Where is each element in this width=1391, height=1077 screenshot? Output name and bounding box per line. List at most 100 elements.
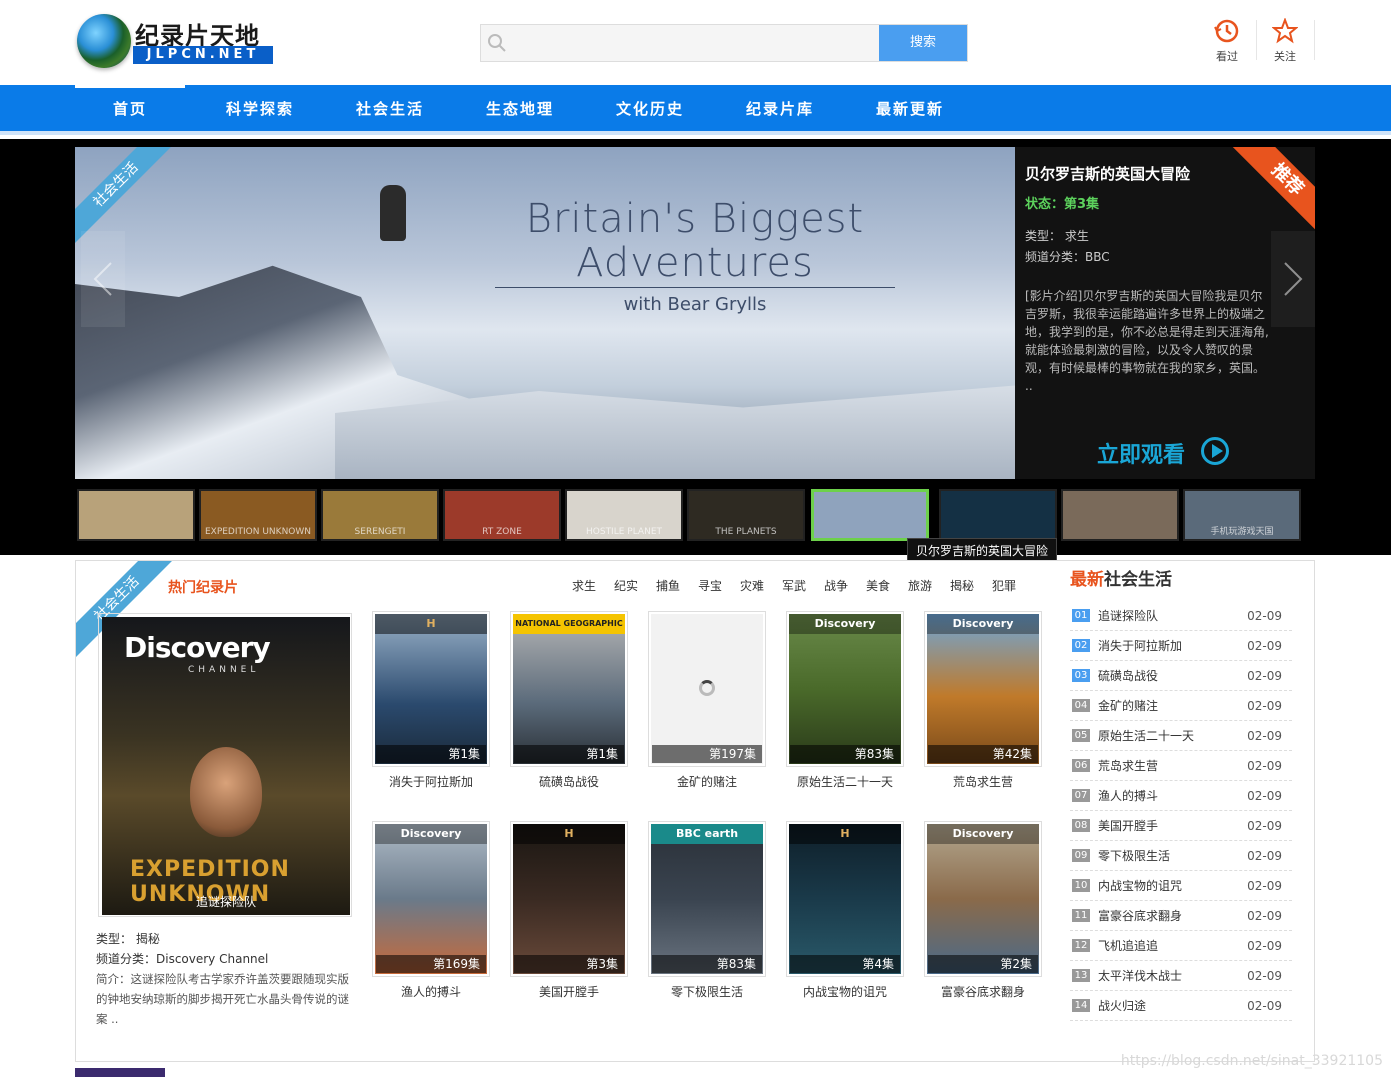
nav-item-geography[interactable]: 生态地理 [465, 85, 575, 131]
nav-item-latest[interactable]: 最新更新 [855, 85, 965, 131]
thumbnail-active[interactable] [811, 489, 929, 541]
search-button[interactable]: 搜索 [879, 25, 967, 61]
history-button[interactable]: 看过 [1202, 18, 1252, 64]
thumbnail[interactable]: HOSTILE PLANET [565, 489, 683, 541]
doc-poster: Discovery 第2集 [924, 821, 1042, 977]
thumbnail[interactable] [77, 489, 195, 541]
list-item[interactable]: 02 消失于阿拉斯加 02-09 [1070, 631, 1292, 661]
csdn-watermark: https://blog.csdn.net/sinat_33921105 [1120, 1053, 1383, 1069]
featured-info: 类型： 揭秘 频道分类：Discovery Channel 简介：这谜探险队考古… [96, 929, 352, 1029]
rank-badge: 02 [1072, 639, 1090, 652]
rank-badge: 03 [1072, 669, 1090, 682]
list-item[interactable]: 07 渔人的搏斗 02-09 [1070, 781, 1292, 811]
list-item[interactable]: 11 富豪谷底求翻身 02-09 [1070, 901, 1292, 931]
prev-slide-button[interactable] [81, 231, 125, 327]
doc-title: 荒岛求生营 [952, 775, 1013, 789]
list-item[interactable]: 12 飞机追追追 02-09 [1070, 931, 1292, 961]
follow-label: 关注 [1274, 50, 1296, 63]
doc-card[interactable]: BBC earth 第83集 零下极限生活 [648, 821, 766, 1000]
tag-link[interactable]: 军武 [782, 577, 806, 594]
list-item[interactable]: 08 美国开膛手 02-09 [1070, 811, 1292, 841]
tag-link[interactable]: 纪实 [614, 577, 638, 594]
doc-card[interactable]: NATIONAL GEOGRAPHIC 第1集 硫磺岛战役 [510, 611, 628, 790]
rank-badge: 12 [1072, 939, 1090, 952]
list-item-title: 硫磺岛战役 [1098, 669, 1159, 683]
featured-poster[interactable]: Discovery CHANNEL EXPEDITION UNKNOWN 追谜探… [98, 613, 352, 917]
doc-card[interactable]: Discovery 第83集 原始生活二十一天 [786, 611, 904, 790]
doc-title: 内战宝物的诅咒 [802, 985, 887, 999]
thumbnail[interactable]: 手机玩游戏天国 [1183, 489, 1301, 541]
episode-badge: 第83集 [652, 955, 762, 973]
thumbnail[interactable]: SERENGETI [321, 489, 439, 541]
poster-brand [651, 614, 763, 634]
tag-link[interactable]: 揭秘 [950, 577, 974, 594]
list-item-date: 02-09 [1247, 699, 1282, 713]
nav-item-history[interactable]: 文化历史 [595, 85, 705, 131]
banner-status: 状态：第3集 [1025, 197, 1100, 212]
doc-card[interactable]: H 第4集 内战宝物的诅咒 [786, 821, 904, 1000]
tag-link[interactable]: 美食 [866, 577, 890, 594]
watch-now-button[interactable]: 立即观看 [1097, 437, 1185, 469]
tag-link[interactable]: 捕鱼 [656, 577, 680, 594]
tag-link[interactable]: 旅游 [908, 577, 932, 594]
thumbnail[interactable] [939, 489, 1057, 541]
list-item[interactable]: 10 内战宝物的诅咒 02-09 [1070, 871, 1292, 901]
hot-docs-title: 热门纪录片 [168, 580, 238, 596]
rank-badge: 13 [1072, 969, 1090, 982]
thumbnail[interactable]: EXPEDITION UNKNOWN [199, 489, 317, 541]
nav-item-library[interactable]: 纪录片库 [725, 85, 835, 131]
site-logo[interactable]: 纪录片天地 JLPCN.NET [75, 12, 275, 70]
doc-card[interactable]: Discovery 第42集 荒岛求生营 [924, 611, 1042, 790]
thumbnail[interactable]: RT ZONE [443, 489, 561, 541]
nav-item-home[interactable]: 首页 [75, 85, 185, 131]
list-item[interactable]: 13 太平洋伐木战士 02-09 [1070, 961, 1292, 991]
doc-card[interactable]: H 第3集 美国开膛手 [510, 821, 628, 1000]
featured-type: 类型： 揭秘 [96, 932, 160, 946]
featured-channel: 频道分类：Discovery Channel [96, 952, 269, 966]
poster-brand: Discovery [927, 824, 1039, 844]
hero-image[interactable]: Britain's Biggest Adventures with Bear G… [75, 147, 1015, 479]
thumbnail-label: THE PLANETS [715, 527, 777, 537]
list-item-date: 02-09 [1247, 999, 1282, 1013]
follow-button[interactable]: 关注 [1260, 18, 1310, 64]
next-slide-button[interactable] [1271, 231, 1315, 327]
history-clock-icon [1214, 19, 1239, 43]
search-input[interactable] [513, 25, 879, 61]
doc-card[interactable]: 第197集 金矿的赌注 [648, 611, 766, 790]
doc-poster: H 第4集 [786, 821, 904, 977]
tag-link[interactable]: 求生 [572, 577, 596, 594]
doc-card[interactable]: H 第1集 消失于阿拉斯加 [372, 611, 490, 790]
banner-title[interactable]: 贝尔罗吉斯的英国大冒险 [1025, 163, 1190, 184]
thumbnail[interactable]: THE PLANETS [687, 489, 805, 541]
nav-item-science[interactable]: 科学探索 [205, 85, 315, 131]
list-item[interactable]: 05 原始生活二十一天 02-09 [1070, 721, 1292, 751]
tag-link[interactable]: 战争 [824, 577, 848, 594]
list-item[interactable]: 06 荒岛求生营 02-09 [1070, 751, 1292, 781]
list-item-date: 02-09 [1247, 939, 1282, 953]
list-item[interactable]: 04 金矿的赌注 02-09 [1070, 691, 1292, 721]
doc-card[interactable]: Discovery 第2集 富豪谷底求翻身 [924, 821, 1042, 1000]
tag-link[interactable]: 寻宝 [698, 577, 722, 594]
list-item-title: 太平洋伐木战士 [1098, 969, 1183, 983]
list-item[interactable]: 01 追谜探险队 02-09 [1070, 601, 1292, 631]
header-divider [1256, 20, 1257, 60]
thumbnail[interactable] [1061, 489, 1179, 541]
poster-brand: Discovery [375, 824, 487, 844]
society-section: 社会生活 热门纪录片 求生 纪实 捕鱼 寻宝 灾难 军武 战争 美食 旅游 揭秘… [75, 560, 1315, 1062]
play-icon[interactable] [1201, 437, 1229, 465]
list-item-title: 战火归途 [1098, 999, 1147, 1013]
list-item[interactable]: 14 战火归途 02-09 [1070, 991, 1292, 1021]
rank-badge: 06 [1072, 759, 1090, 772]
list-item-title: 内战宝物的诅咒 [1098, 879, 1183, 893]
tag-link[interactable]: 灾难 [740, 577, 764, 594]
featured-description: 简介：这谜探险队考古学家乔许盖茨要跟随现实版的钟地安纳琼斯的脚步揭开死亡水晶头骨… [96, 972, 349, 1026]
list-item[interactable]: 03 硫磺岛战役 02-09 [1070, 661, 1292, 691]
nav-item-society[interactable]: 社会生活 [335, 85, 445, 131]
episode-badge: 第3集 [514, 955, 624, 973]
list-item[interactable]: 09 零下极限生活 02-09 [1070, 841, 1292, 871]
poster-image: H [375, 614, 487, 764]
tag-link[interactable]: 犯罪 [992, 577, 1016, 594]
episode-badge: 第4集 [790, 955, 900, 973]
doc-card[interactable]: Discovery 第169集 渔人的搏斗 [372, 821, 490, 1000]
rank-badge: 10 [1072, 879, 1090, 892]
